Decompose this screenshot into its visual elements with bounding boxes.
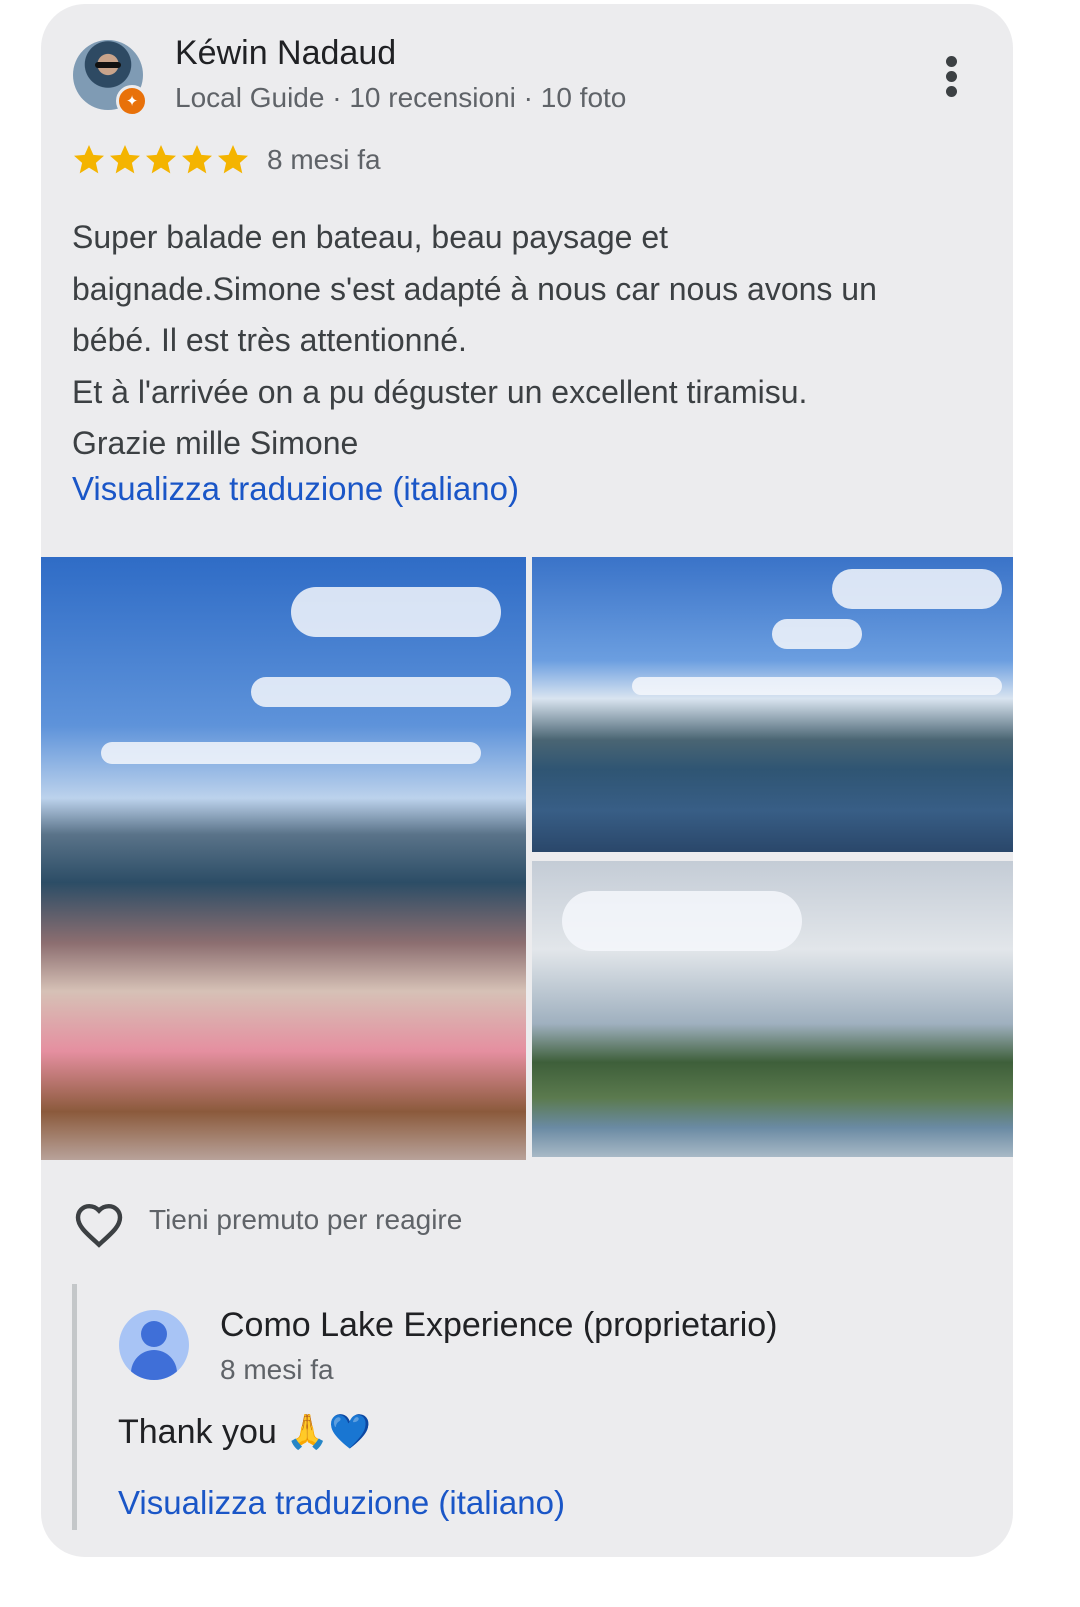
heart-outline-icon[interactable] bbox=[71, 1197, 127, 1249]
local-guide-star-icon: ✦ bbox=[116, 85, 148, 117]
review-time: 8 mesi fa bbox=[267, 144, 381, 175]
review-photo-boat[interactable] bbox=[41, 557, 526, 1160]
react-hint[interactable]: Tieni premuto per reagire bbox=[149, 1204, 462, 1236]
reviewer-name[interactable]: Kéwin Nadaud bbox=[175, 34, 396, 73]
review-photo-lake[interactable] bbox=[532, 557, 1013, 852]
rating-stars bbox=[71, 142, 251, 182]
review-card: ✦ Kéwin Nadaud Local Guide · 10 recensio… bbox=[41, 4, 1013, 1557]
owner-translate-link[interactable]: Visualizza traduzione (italiano) bbox=[118, 1484, 565, 1522]
owner-avatar bbox=[119, 1310, 189, 1380]
review-photo-drink[interactable] bbox=[532, 861, 1013, 1157]
review-text: Super balade en bateau, beau paysage et … bbox=[72, 219, 877, 461]
star-icon bbox=[146, 145, 176, 174]
owner-name: Como Lake Experience (proprietario) bbox=[220, 1306, 778, 1344]
reply-divider bbox=[72, 1284, 77, 1530]
owner-reply-time: 8 mesi fa bbox=[220, 1354, 334, 1385]
star-icon bbox=[182, 145, 212, 174]
star-icon bbox=[110, 145, 140, 174]
translate-link[interactable]: Visualizza traduzione (italiano) bbox=[72, 470, 519, 508]
reviewer-meta: Local Guide · 10 recensioni · 10 foto bbox=[175, 82, 627, 113]
owner-reply-text: Thank you 🙏💙 bbox=[118, 1413, 371, 1451]
star-icon bbox=[74, 145, 104, 174]
more-vert-icon[interactable] bbox=[937, 52, 967, 100]
avatar-photo bbox=[95, 62, 121, 68]
star-icon bbox=[218, 145, 248, 174]
